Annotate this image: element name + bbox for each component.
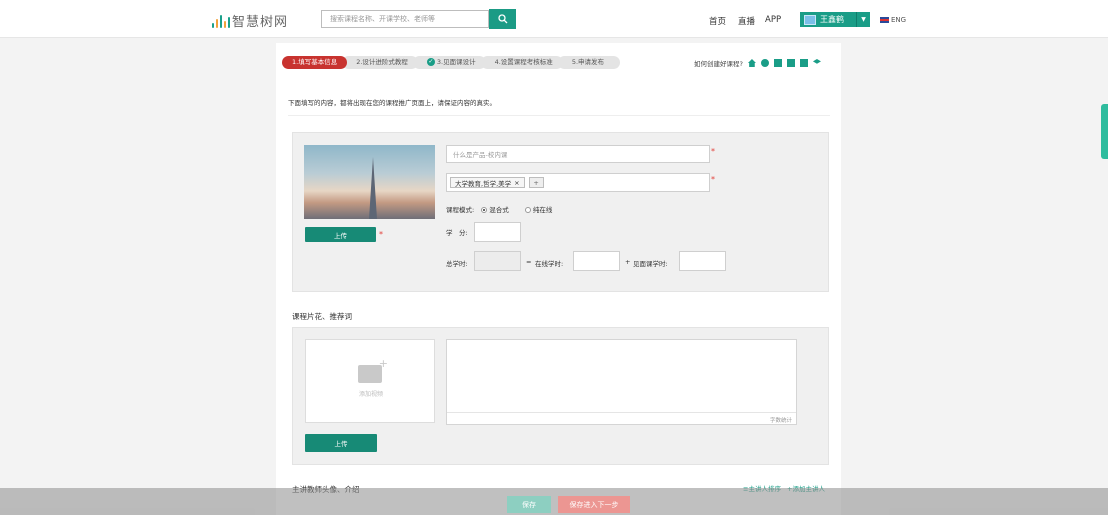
- save-button[interactable]: 保存: [507, 496, 551, 513]
- howto-bar: 如何创建好课程?: [694, 58, 821, 68]
- add-video-box[interactable]: 添加视频: [305, 339, 435, 423]
- plus-sign: +: [625, 258, 631, 266]
- step-3[interactable]: ✓ 3.见面课设计: [412, 56, 486, 69]
- credit-label: 学 分:: [446, 229, 468, 237]
- required-mark: *: [711, 175, 715, 184]
- mode-option-online[interactable]: 纯在线: [533, 206, 553, 214]
- list-icon[interactable]: [799, 59, 808, 67]
- mode-row: 课程模式: 混合式 纯在线: [446, 204, 552, 214]
- step-4-label: 4.设置课程考核标准: [494, 58, 553, 66]
- calendar-icon[interactable]: [786, 59, 795, 67]
- step-progress: 1.填写基本信息 2.设计进阶式教程 ✓ 3.见面课设计 4.设置课程考核标准 5…: [282, 56, 621, 69]
- video-section-title: 课程片花、推荐词: [292, 312, 352, 321]
- meet-hours-label: 见面课学时:: [633, 260, 668, 268]
- search-icon: [497, 14, 507, 24]
- eye-icon[interactable]: [760, 59, 769, 67]
- tags-field[interactable]: 大学教育,哲学,美学 × +: [446, 173, 710, 192]
- notice-text: 下面填写的内容，都将出现在您的课程推广页面上，请保证内容的真实。: [288, 99, 496, 107]
- side-feedback-tab[interactable]: [1101, 104, 1108, 159]
- credit-field[interactable]: [474, 222, 521, 242]
- nav-home[interactable]: 首页: [709, 15, 726, 27]
- close-icon[interactable]: ×: [514, 179, 519, 187]
- course-name-field[interactable]: 什么是产品-校内课: [446, 145, 710, 163]
- required-mark: *: [711, 147, 715, 156]
- word-counter: 字数统计: [447, 412, 796, 424]
- search-input[interactable]: 搜索课程名称、开课学校、老师等: [321, 10, 489, 28]
- radio-mixed[interactable]: [481, 207, 488, 213]
- add-video-label: 添加视频: [358, 391, 383, 398]
- recommendation-textarea[interactable]: 字数统计: [446, 339, 797, 425]
- layers-icon[interactable]: [812, 59, 821, 64]
- step-3-label: 3.见面课设计: [436, 58, 476, 66]
- tag-chip: 大学教育,哲学,美学 ×: [450, 177, 525, 188]
- avatar: [804, 14, 816, 25]
- cover-upload-button[interactable]: 上传: [305, 227, 376, 242]
- logo-icon[interactable]: [212, 12, 230, 28]
- step-2[interactable]: 2.设计进阶式教程: [342, 56, 418, 69]
- home-icon[interactable]: [747, 59, 756, 67]
- add-image-icon: [358, 357, 388, 383]
- save-next-button[interactable]: 保存进入下一步: [558, 496, 630, 513]
- step-1-label: 1.填写基本信息: [292, 58, 338, 66]
- step-4[interactable]: 4.设置课程考核标准: [480, 56, 563, 69]
- video-upload-button[interactable]: 上传: [305, 434, 377, 452]
- check-icon: ✓: [426, 58, 435, 66]
- tower-shape: [369, 157, 377, 219]
- top-bar: 智慧树网 搜索课程名称、开课学校、老师等 首页 直播 APP 王鑫鹤 ▼ ENG: [0, 0, 1108, 38]
- course-cover-image: [304, 145, 435, 219]
- howto-link[interactable]: 如何创建好课程?: [694, 58, 743, 68]
- user-menu-button[interactable]: 王鑫鹤 ▼: [800, 12, 870, 27]
- step-1[interactable]: 1.填写基本信息: [282, 56, 348, 69]
- step-5-label: 5.申请发布: [571, 58, 605, 66]
- mode-option-mixed[interactable]: 混合式: [489, 206, 509, 214]
- step-2-label: 2.设计进阶式教程: [356, 58, 408, 66]
- tag-text: 大学教育,哲学,美学: [455, 179, 512, 188]
- step-5[interactable]: 5.申请发布: [557, 56, 621, 69]
- equals-sign: =: [526, 258, 532, 266]
- total-hours-label: 总学时:: [446, 260, 468, 268]
- chevron-down-icon[interactable]: ▼: [856, 12, 870, 27]
- total-hours-field: [474, 251, 521, 271]
- language-label: ENG: [891, 16, 907, 24]
- meet-hours-field[interactable]: [679, 251, 726, 271]
- uk-flag-icon: [880, 17, 889, 23]
- divider: [288, 115, 830, 116]
- language-switch[interactable]: ENG: [880, 16, 906, 24]
- online-hours-field[interactable]: [573, 251, 620, 271]
- online-hours-label: 在线学时:: [535, 260, 564, 268]
- radio-online[interactable]: [524, 207, 531, 213]
- add-tag-button[interactable]: +: [528, 177, 544, 188]
- nav-app[interactable]: APP: [765, 15, 781, 25]
- required-mark: *: [379, 230, 383, 239]
- nav-live[interactable]: 直播: [738, 15, 755, 27]
- logo-text[interactable]: 智慧树网: [232, 11, 288, 30]
- user-name: 王鑫鹤: [820, 15, 844, 24]
- mode-label: 课程模式:: [446, 206, 475, 214]
- search-button[interactable]: [489, 9, 516, 29]
- document-icon[interactable]: [773, 59, 782, 67]
- footer-bar: [0, 488, 1108, 515]
